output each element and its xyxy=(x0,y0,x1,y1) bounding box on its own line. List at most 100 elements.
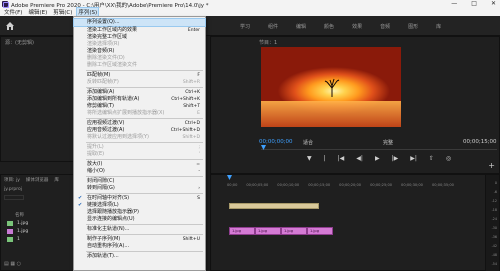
meter-label: -12 xyxy=(491,199,497,203)
menu-item-extract: 提取(E) ' xyxy=(87,151,200,157)
go-to-in-icon[interactable]: |◀ xyxy=(338,155,345,162)
media-browser-tab[interactable]: 媒体浏览器 xyxy=(26,177,49,183)
project-item[interactable]: 1.jpg xyxy=(7,221,28,226)
maximize-button[interactable]: □ xyxy=(471,0,477,7)
menu-item-snap-in-timeline[interactable]: ✔ 在时间轴中对齐(S) S xyxy=(74,195,205,202)
audio-clip[interactable]: 1.jpg xyxy=(281,227,307,235)
audio-clip[interactable]: 1.jpg xyxy=(255,227,281,235)
preview-water xyxy=(261,101,401,127)
program-scrub-bar[interactable] xyxy=(261,147,497,150)
workspace-tab-editing[interactable]: 编辑 xyxy=(296,23,306,30)
mark-out-icon[interactable]: | xyxy=(324,155,326,162)
step-back-icon[interactable]: ◀| xyxy=(356,155,363,162)
ruler-label: 00;00;30;00 xyxy=(401,183,423,187)
meter-label: -6 xyxy=(493,190,497,194)
menu-item-render-entire[interactable]: 渲染完整工作区域 xyxy=(74,34,205,41)
menu-separator xyxy=(86,251,203,252)
project-item[interactable]: 1 xyxy=(7,237,20,242)
workspace-tab-learn[interactable]: 学习 xyxy=(240,23,250,30)
step-forward-icon[interactable]: |▶ xyxy=(392,155,399,162)
workspace-tab-assembly[interactable]: 组件 xyxy=(268,23,278,30)
mark-in-icon[interactable]: ▼ xyxy=(307,155,312,162)
menu-item-apply-audio-transition[interactable]: 应用音频过渡(A) Ctrl+Shift+D xyxy=(74,127,205,134)
menu-item-trim-edit[interactable]: 修剪编辑(T) Shift+T xyxy=(74,103,205,110)
menu-edit[interactable]: 编辑(E) xyxy=(27,8,48,16)
submenu-arrow-icon: › xyxy=(198,186,200,191)
ruler-label: 00;00;10;00 xyxy=(277,183,300,187)
timeline-ruler[interactable]: 00;00 00;00;05;00 00;00;10;00 00;00;15;0… xyxy=(227,183,454,187)
source-panel-header[interactable]: 源：(无剪辑) xyxy=(5,39,34,46)
menu-item-render-effects[interactable]: 渲染工作区域内的效果 Enter xyxy=(74,27,205,34)
menu-item-render-selection: 渲染选择项(R) xyxy=(87,41,120,47)
export-frame-icon[interactable]: ◎ xyxy=(446,155,451,162)
menu-item-zoom-in[interactable]: 放大(I) = xyxy=(74,161,205,168)
menu-item-add-edit[interactable]: 添加编辑(A) Ctrl+K xyxy=(74,89,205,96)
program-panel-header[interactable]: 节目：1 xyxy=(259,39,277,46)
image-file-icon xyxy=(7,221,13,226)
menu-separator xyxy=(86,193,203,194)
timeline-playhead[interactable] xyxy=(227,175,232,180)
project-search-input[interactable] xyxy=(4,195,24,200)
menu-item-show-through-edits[interactable]: 显示连接的编辑点(U) xyxy=(74,216,205,223)
preview-tree xyxy=(324,78,340,97)
minimize-button[interactable]: — xyxy=(451,0,457,7)
project-panel-footer-icons[interactable]: ▤ ▦ ○ xyxy=(4,261,21,267)
menu-item-match-frame[interactable]: 匹配帧(M) F xyxy=(74,72,205,79)
ruler-label: 00;00;20;00 xyxy=(339,183,362,187)
menu-item-add-edit-all-tracks[interactable]: 添加编辑到所有轨道(A) Ctrl+Shift+K xyxy=(74,96,205,103)
program-add-button[interactable]: + xyxy=(488,161,495,170)
menu-clip[interactable]: 剪辑(C) xyxy=(52,8,73,16)
menu-item-selection-follows-playhead[interactable]: 选择跟随播放指示器(P) xyxy=(74,209,205,216)
workspace-tab-color[interactable]: 颜色 xyxy=(324,23,334,30)
meter-label: -18 xyxy=(491,208,497,212)
track-headers xyxy=(211,205,227,265)
menu-item-delete-render-files: 删除渲染文件(D) xyxy=(87,55,125,61)
menu-file[interactable]: 文件(F) xyxy=(3,8,23,16)
sequence-icon xyxy=(7,237,13,242)
ruler-label: 00;00;05;00 xyxy=(246,183,269,187)
menu-item-go-to-gap[interactable]: 转到间隔(G) › xyxy=(74,185,205,192)
menu-item-render-audio[interactable]: 渲染音频(R) xyxy=(74,48,205,55)
menu-bar: 文件(F) 编辑(E) 剪辑(C) 序列(S) xyxy=(0,7,500,17)
menu-item-linked-selection[interactable]: ✔ 链接选择项(L) xyxy=(74,202,205,209)
zoom-fit-select[interactable]: 适合 xyxy=(303,139,313,146)
menu-sequence[interactable]: 序列(S) xyxy=(76,7,100,17)
play-icon[interactable]: ▶ xyxy=(375,155,380,162)
audio-clip[interactable]: 1.jpg xyxy=(307,227,333,235)
menu-item-apply-video-transition[interactable]: 应用视频过渡(V) Ctrl+D xyxy=(74,120,205,127)
libraries-tab[interactable]: 库 xyxy=(54,177,59,183)
menu-separator xyxy=(86,224,203,225)
workspace-tab-effects[interactable]: 效果 xyxy=(352,23,362,30)
close-button[interactable]: ✕ xyxy=(491,0,496,7)
menu-separator xyxy=(86,87,203,88)
workspace-tab-graphics[interactable]: 图形 xyxy=(408,23,418,30)
project-filename: jy.prproj xyxy=(4,187,23,192)
menu-item-sequence-settings[interactable]: 序列设置(Q)... xyxy=(73,18,206,27)
audio-clip[interactable]: 1.jpg xyxy=(229,227,255,235)
lift-icon[interactable]: ⇧ xyxy=(429,155,434,162)
name-column-header[interactable]: 名称 xyxy=(15,212,24,218)
menu-item-delete-work-area-render-files: 删除工作区域渲染文件 xyxy=(87,62,138,68)
workspace-tab-audio[interactable]: 音频 xyxy=(380,23,390,30)
menu-item-add-tracks[interactable]: 添加轨道(T)... xyxy=(74,253,205,260)
menu-item-lift: 提升(L); xyxy=(87,144,200,150)
menu-item-auto-reframe[interactable]: 自动重构序列(A)... xyxy=(74,243,205,250)
menu-separator xyxy=(86,142,203,143)
menu-item-normalize-master-track[interactable]: 标准化主轨道(N)... xyxy=(74,226,205,233)
workspace-tab-libraries[interactable]: 库 xyxy=(436,23,441,30)
ruler-label: 00;00;25;00 xyxy=(370,183,393,187)
video-clip[interactable] xyxy=(229,203,319,209)
program-timecode[interactable]: 00;00;00;00 xyxy=(259,139,293,145)
go-to-out-icon[interactable]: ▶| xyxy=(410,155,417,162)
sequence-menu-dropdown: 序列设置(Q)... 渲染工作区域内的效果 Enter 渲染完整工作区域 渲染选择… xyxy=(73,16,206,271)
ruler-label: 00;00;35;00 xyxy=(431,183,454,187)
project-item[interactable]: 1.jpg xyxy=(7,229,28,234)
playback-resolution-select[interactable]: 完整 xyxy=(383,139,393,146)
project-tab[interactable]: 项目: jy xyxy=(4,177,20,183)
menu-item-zoom-out[interactable]: 缩小(O) - xyxy=(74,168,205,175)
menu-item-make-subsequence[interactable]: 制作子序列(M) Shift+U xyxy=(74,236,205,243)
menu-item-close-gap[interactable]: 封闭间隙(C) xyxy=(74,178,205,185)
checkmark-icon: ✔ xyxy=(78,202,83,208)
home-icon[interactable] xyxy=(5,21,15,31)
program-video-preview xyxy=(261,47,401,127)
